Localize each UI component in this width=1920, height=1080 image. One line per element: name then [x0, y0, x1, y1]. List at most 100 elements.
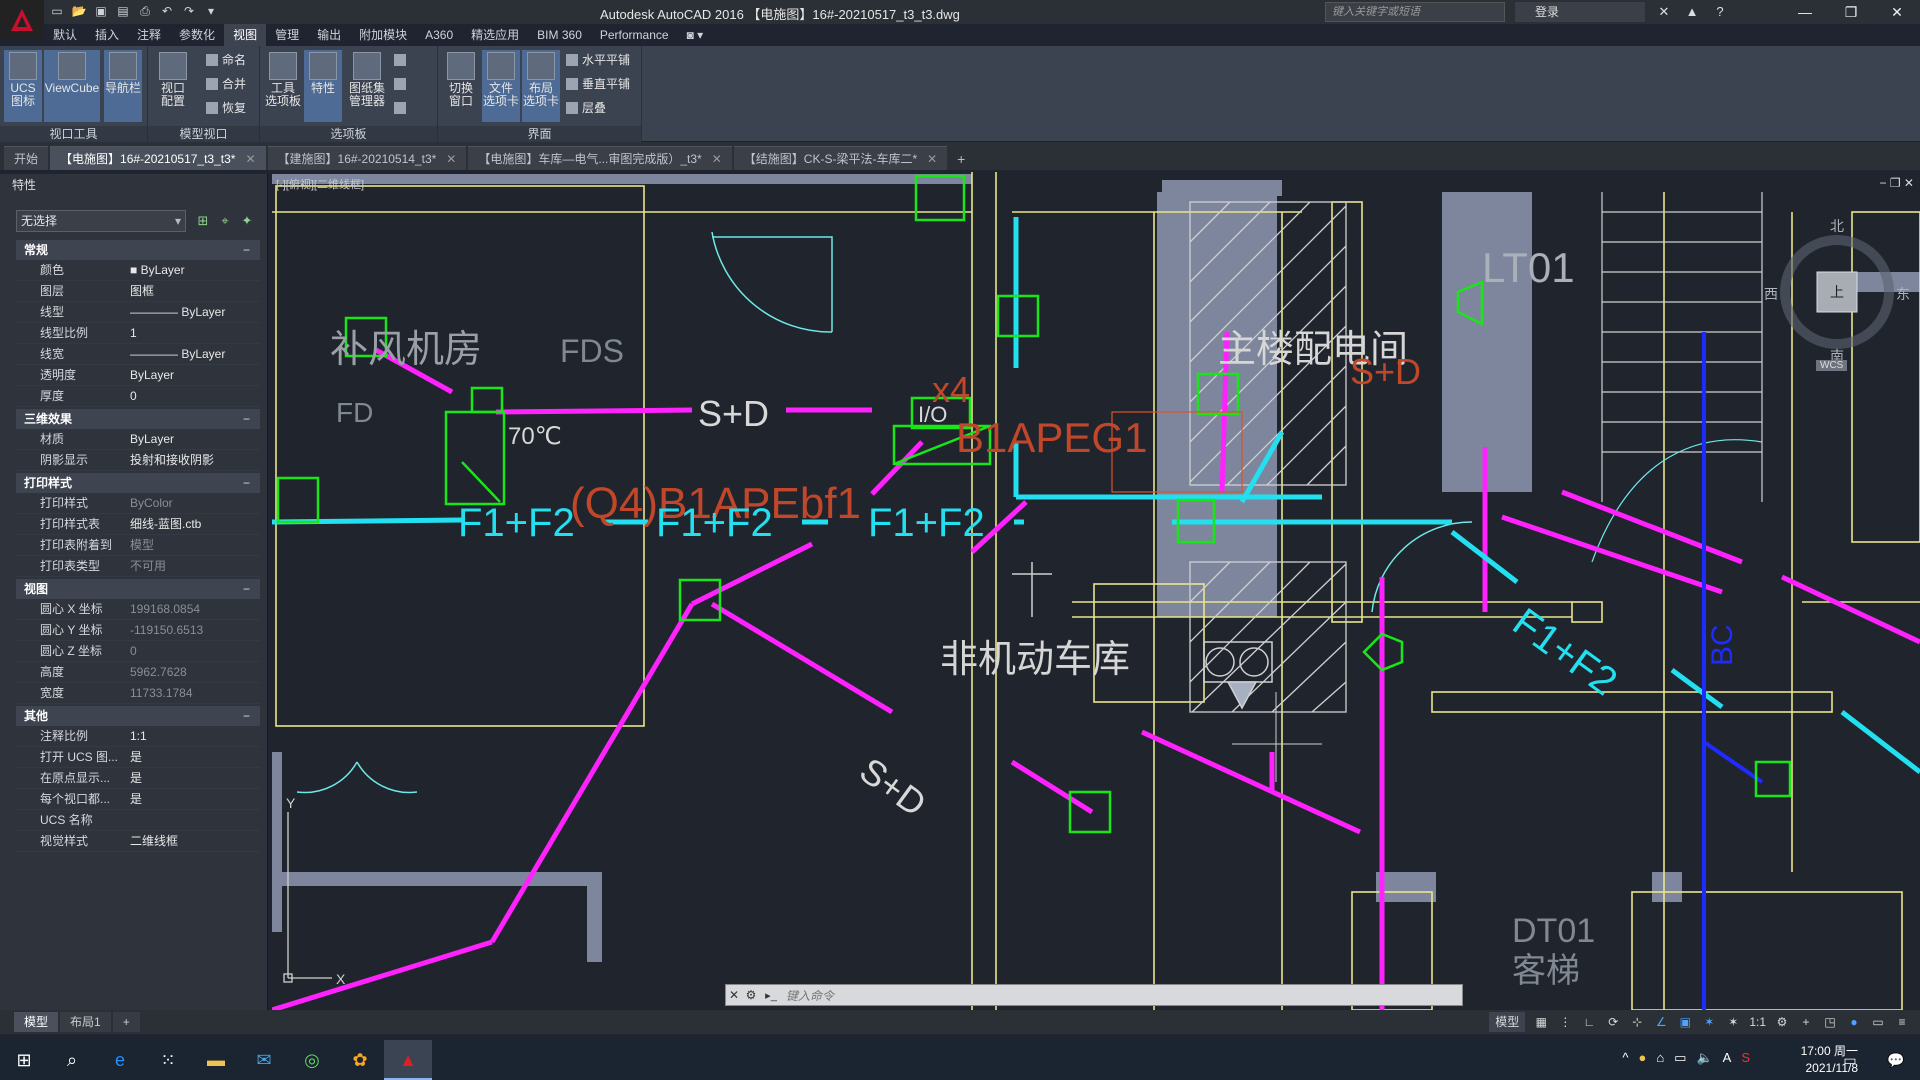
property-row[interactable]: 打印样式表 细线-蓝图.ctb [16, 514, 260, 535]
layout-tab-0[interactable]: 模型 [14, 1012, 59, 1032]
properties-section-header[interactable]: 视图 [16, 579, 260, 599]
tool-palettes-button[interactable]: 工具 选项板 [264, 50, 302, 122]
ortho-icon[interactable]: ∟ [1581, 1012, 1597, 1032]
ribbon-tab-3[interactable]: 参数化 [170, 24, 224, 46]
close-tab-icon[interactable]: ✕ [245, 152, 255, 166]
ribbon-tab-0[interactable]: 默认 [44, 24, 86, 46]
property-row[interactable]: 宽度 11733.1784 [16, 683, 260, 704]
close-tab-icon[interactable]: ✕ [712, 152, 722, 166]
app-icon[interactable]: ✿ [336, 1040, 384, 1080]
action-center-icon[interactable]: 💬 [1872, 1040, 1920, 1080]
ribbon-tab-1[interactable]: 插入 [86, 24, 128, 46]
ribbon-tab-5[interactable]: 管理 [266, 24, 308, 46]
property-row[interactable]: 打开 UCS 图... 是 [16, 747, 260, 768]
named-viewports-button[interactable]: 命名 [206, 50, 246, 70]
viewcube-button[interactable]: ViewCube [44, 50, 100, 122]
tray-app-icon[interactable]: ● [1638, 1050, 1646, 1066]
ribbon-tab-2[interactable]: 注释 [128, 24, 170, 46]
login-button[interactable]: 登录 [1515, 2, 1645, 22]
palette-icon-2[interactable] [394, 74, 410, 94]
notification-icon[interactable]: ▭ [1826, 1040, 1874, 1080]
select-objects-icon[interactable]: ⌖ [216, 212, 234, 230]
property-row[interactable]: 颜色 ■ ByLayer [16, 260, 260, 281]
clean-screen-icon[interactable]: ▭ [1870, 1012, 1886, 1032]
close-tab-icon[interactable]: ✕ [446, 152, 456, 166]
property-row[interactable]: 线型 ———— ByLayer [16, 302, 260, 323]
property-row[interactable]: 打印表附着到 模型 [16, 535, 260, 556]
workspace-gear-icon[interactable]: ⚙ [1774, 1012, 1790, 1032]
tray-ime-label[interactable]: A [1723, 1050, 1732, 1066]
viewport-controls-label[interactable]: [-][俯视][二维线框] [276, 176, 364, 192]
open-file-icon[interactable]: 📂 [70, 2, 88, 20]
undo-icon[interactable]: ↶ [158, 2, 176, 20]
property-row[interactable]: 圆心 X 坐标 199168.0854 [16, 599, 260, 620]
close-tab-icon[interactable]: ✕ [927, 152, 937, 166]
properties-section-header[interactable]: 打印样式 [16, 473, 260, 493]
navbar-button[interactable]: 导航栏 [104, 50, 142, 122]
document-tab-4[interactable]: 【结施图】CK-S-梁平法-车库二* ✕ [733, 146, 948, 170]
viewcube-top[interactable]: 上 [1830, 282, 1844, 302]
ribbon-tab-10[interactable]: BIM 360 [528, 24, 591, 46]
ucs-icon-button[interactable]: UCS 图标 [4, 50, 42, 122]
file-explorer-icon[interactable]: ▬ [192, 1040, 240, 1080]
exchange-icon[interactable]: ✕ [1655, 2, 1673, 22]
customize-status-icon[interactable]: ≡ [1894, 1012, 1910, 1032]
polar-icon[interactable]: ⟳ [1605, 1012, 1621, 1032]
cmd-recent-icon[interactable]: ▸_ [760, 989, 782, 1002]
switch-windows-button[interactable]: 切换 窗口 [442, 50, 480, 122]
minimize-button[interactable]: — [1782, 0, 1828, 24]
cascade-button[interactable]: 层叠 [566, 98, 606, 118]
tray-volume-icon[interactable]: 🔈 [1696, 1050, 1712, 1066]
tray-chevron-icon[interactable]: ^ [1622, 1050, 1628, 1066]
close-button[interactable]: ✕ [1874, 0, 1920, 24]
ribbon-tab-4[interactable]: 视图 [224, 24, 267, 46]
property-row[interactable]: 注释比例 1:1 [16, 726, 260, 747]
document-tab-2[interactable]: 【建施图】16#-20210514_t3* ✕ [267, 146, 467, 170]
property-row[interactable]: 透明度 ByLayer [16, 365, 260, 386]
property-row[interactable]: 材质 ByLayer [16, 429, 260, 450]
join-viewports-button[interactable]: 合并 [206, 74, 246, 94]
palette-icon-3[interactable] [394, 98, 410, 118]
document-tab-3[interactable]: 【电施图】车库—电气...审图完成版）_t3* ✕ [468, 146, 732, 170]
property-row[interactable]: UCS 名称 [16, 810, 260, 831]
model-space-toggle[interactable]: 模型 [1489, 1012, 1526, 1032]
ribbon-tab-7[interactable]: 附加模块 [350, 24, 416, 46]
new-tab-button[interactable]: + [949, 148, 973, 170]
ribbon-tab-6[interactable]: 输出 [308, 24, 350, 46]
property-row[interactable]: 图层 图框 [16, 281, 260, 302]
redo-icon[interactable]: ↷ [180, 2, 198, 20]
property-row[interactable]: 圆心 Y 坐标 -119150.6513 [16, 620, 260, 641]
save-as-icon[interactable]: ▤ [114, 2, 132, 20]
property-row[interactable]: 线型比例 1 [16, 323, 260, 344]
command-input[interactable]: 键入命令 [782, 987, 1462, 1004]
help-icon[interactable]: ? [1711, 2, 1729, 22]
sheetset-manager-button[interactable]: 图纸集 管理器 [344, 50, 390, 122]
palette-icon-1[interactable] [394, 50, 410, 70]
file-tabs-button[interactable]: 文件 选项卡 [482, 50, 520, 122]
property-row[interactable]: 阴影显示 投射和接收阴影 [16, 450, 260, 471]
tile-horizontal-button[interactable]: 水平平铺 [566, 50, 630, 70]
document-tab-0[interactable]: 开始 [4, 146, 49, 170]
property-row[interactable]: 打印表类型 不可用 [16, 556, 260, 577]
autocad-taskbar-icon[interactable]: ▲ [384, 1040, 432, 1080]
quick-select-icon[interactable]: ✦ [238, 212, 256, 230]
layout-tabs-button[interactable]: 布局 选项卡 [522, 50, 560, 122]
viewcube-west[interactable]: 西 [1764, 284, 1778, 304]
a360-icon[interactable]: ▲ [1683, 2, 1701, 22]
viewport-window-controls[interactable]: − ❐ ✕ [1880, 176, 1915, 190]
layout-tab-1[interactable]: 布局1 [60, 1012, 111, 1032]
layout-tab-2[interactable]: + [112, 1012, 140, 1032]
plus-icon[interactable]: + [1798, 1012, 1814, 1032]
properties-button[interactable]: 特性 [304, 50, 342, 122]
properties-section-header[interactable]: 三维效果 [16, 409, 260, 429]
new-file-icon[interactable]: ▭ [48, 2, 66, 20]
close-cmd-icon[interactable]: ✕ [726, 988, 742, 1002]
property-row[interactable]: 高度 5962.7628 [16, 662, 260, 683]
snap-icon[interactable]: ⋮ [1557, 1012, 1573, 1032]
ribbon-tab-11[interactable]: Performance [591, 24, 678, 46]
auto-scale-icon[interactable]: ✶ [1725, 1012, 1741, 1032]
document-tab-1[interactable]: 【电施图】16#-20210517_t3_t3* ✕ [50, 146, 266, 170]
search-icon[interactable]: ⌕ [48, 1040, 96, 1080]
property-row[interactable]: 线宽 ———— ByLayer [16, 344, 260, 365]
hardware-accel-icon[interactable]: ● [1846, 1012, 1862, 1032]
